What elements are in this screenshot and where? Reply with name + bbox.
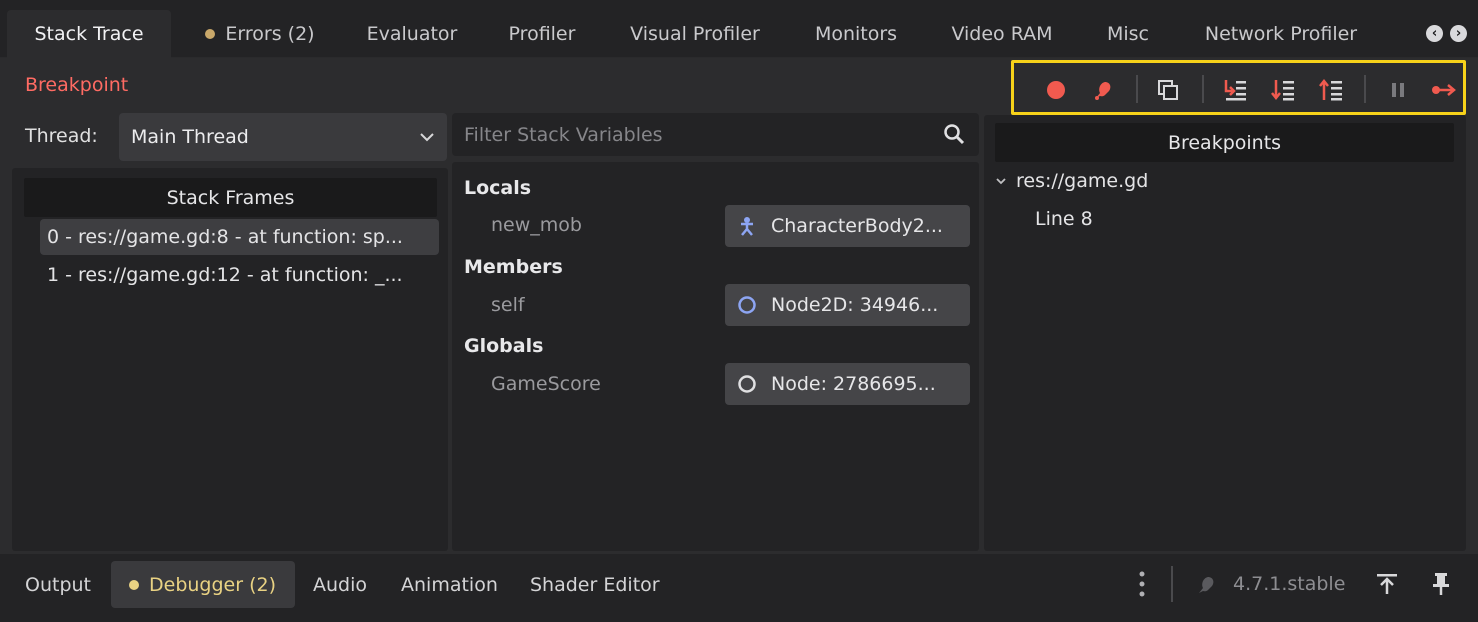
debug-toolbar (1011, 60, 1466, 115)
step-over-icon[interactable] (1270, 77, 1296, 103)
variable-value[interactable]: CharacterBody2... (725, 205, 970, 247)
tab-evaluator[interactable]: Evaluator (354, 10, 470, 58)
pin-icon[interactable] (1429, 571, 1453, 597)
expand-panel-icon[interactable] (1375, 572, 1399, 596)
debug-status: Breakpoint (25, 74, 129, 96)
step-into-icon[interactable] (1222, 77, 1248, 103)
stack-frames-header: Stack Frames (24, 178, 437, 217)
variable-value[interactable]: Node: 2786695... (725, 363, 970, 405)
tab-monitors[interactable]: Monitors (800, 10, 912, 58)
search-icon (944, 124, 965, 145)
bottom-separator (1171, 566, 1173, 602)
bottom-tab-animation[interactable]: Animation (401, 561, 498, 608)
filter-stack-variables-input[interactable]: Filter Stack Variables (452, 113, 979, 156)
toolbar-separator (1202, 75, 1204, 103)
record-icon[interactable] (1043, 77, 1069, 103)
debugger-tab-bar: Stack Trace Errors (2) Evaluator Profile… (0, 0, 1478, 58)
bug-icon[interactable] (1090, 77, 1116, 103)
breakpoint-file-item[interactable]: res://game.gd (995, 170, 1148, 192)
step-out-icon[interactable] (1318, 77, 1344, 103)
locals-section[interactable]: Locals (464, 177, 531, 199)
globals-section[interactable]: Globals (464, 335, 543, 357)
bottom-tab-shader-editor[interactable]: Shader Editor (530, 561, 660, 608)
error-dot-icon (205, 29, 216, 39)
toolbar-separator (1364, 75, 1366, 103)
tab-label: Monitors (814, 23, 898, 45)
tab-stack-trace[interactable]: Stack Trace (7, 10, 171, 58)
chevron-down-icon (996, 178, 1006, 185)
tab-scroll-left-icon[interactable]: ‹ (1426, 25, 1443, 42)
tab-visual-profiler[interactable]: Visual Profiler (612, 10, 778, 58)
toolbar-separator (1136, 75, 1138, 103)
node2d-icon (737, 295, 757, 315)
node-icon (737, 374, 757, 394)
tab-label: Visual Profiler (630, 23, 760, 45)
tab-label: Video RAM (951, 23, 1053, 45)
tab-profiler[interactable]: Profiler (494, 10, 590, 58)
filter-placeholder: Filter Stack Variables (464, 123, 663, 146)
tab-misc[interactable]: Misc (1092, 10, 1164, 58)
tab-label: Evaluator (366, 23, 458, 45)
bottom-tab-output[interactable]: Output (25, 561, 91, 608)
variable-value[interactable]: Node2D: 34946... (725, 284, 970, 326)
tab-video-ram[interactable]: Video RAM (934, 10, 1070, 58)
editor-version: 4.7.1.stable (1233, 573, 1346, 595)
chevron-down-icon (420, 133, 434, 142)
tab-label: Stack Trace (34, 23, 144, 45)
bottom-tab-label: Debugger (2) (149, 573, 276, 596)
character-body-icon (737, 216, 757, 236)
pause-icon[interactable] (1385, 77, 1411, 103)
variable-value-text: Node2D: 34946... (771, 294, 939, 316)
thread-value: Main Thread (131, 126, 249, 148)
stack-frame-item[interactable]: 0 - res://game.gd:8 - at function: sp... (40, 219, 439, 255)
tab-network-profiler[interactable]: Network Profiler (1186, 10, 1376, 58)
bottom-tab-audio[interactable]: Audio (313, 561, 367, 608)
breakpoint-file: res://game.gd (1016, 170, 1149, 192)
thread-label: Thread: (25, 125, 98, 147)
godot-logo-icon (1195, 572, 1219, 596)
breakpoints-header: Breakpoints (995, 123, 1454, 162)
variable-name: GameScore (491, 373, 601, 395)
variable-value-text: Node: 2786695... (771, 373, 936, 395)
continue-icon[interactable] (1431, 77, 1457, 103)
breakpoint-line-item[interactable]: Line 8 (1035, 208, 1093, 230)
stack-frame-item[interactable]: 1 - res://game.gd:12 - at function: _... (40, 257, 439, 293)
tab-label: Errors (2) (225, 23, 315, 45)
tab-errors[interactable]: Errors (2) (190, 10, 330, 58)
bottom-tab-debugger[interactable]: Debugger (2) (111, 561, 295, 608)
copy-icon[interactable] (1155, 77, 1181, 103)
tab-label: Misc (1106, 23, 1150, 45)
thread-dropdown[interactable]: Main Thread (119, 113, 447, 161)
variable-name: self (491, 294, 525, 316)
variable-name: new_mob (491, 214, 582, 236)
members-section[interactable]: Members (464, 256, 563, 278)
variable-value-text: CharacterBody2... (771, 215, 943, 237)
tab-label: Network Profiler (1204, 23, 1358, 45)
tab-scroll-right-icon[interactable]: › (1450, 25, 1467, 42)
debugger-dot-icon (129, 579, 139, 590)
more-options-icon[interactable] (1133, 569, 1151, 599)
tab-label: Profiler (508, 23, 576, 45)
